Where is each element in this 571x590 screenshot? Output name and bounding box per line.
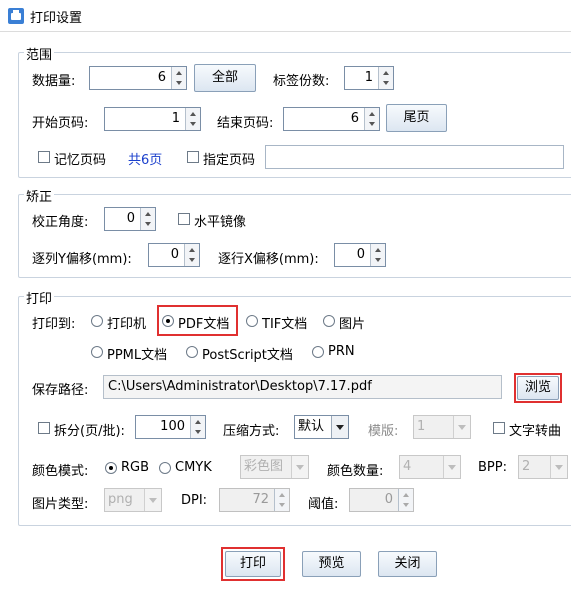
color-mode-rgb-label: RGB xyxy=(121,460,150,475)
compress-label: 压缩方式: xyxy=(223,424,280,439)
title-bar: 打印设置 xyxy=(0,0,571,32)
color-count-label: 颜色数量: xyxy=(327,464,384,479)
window-title: 打印设置 xyxy=(30,11,83,26)
radio-cmyk[interactable] xyxy=(159,462,171,474)
image-type-label: 图片类型: xyxy=(32,497,89,512)
radio-postscript[interactable] xyxy=(186,346,198,358)
end-page-label: 结束页码: xyxy=(217,116,274,131)
target-pdf-label: PDF文档 xyxy=(178,317,230,332)
dpi-spinner[interactable] xyxy=(274,489,289,511)
x-offset-input[interactable]: 0 xyxy=(334,243,386,267)
template-dropdown-icon[interactable] xyxy=(453,416,470,438)
dpi-label: DPI: xyxy=(181,493,208,508)
specify-page-input[interactable] xyxy=(265,145,564,169)
all-button[interactable]: 全部 xyxy=(194,64,256,92)
start-page-input[interactable]: 1 xyxy=(104,107,201,131)
print-legend: 打印 xyxy=(24,288,55,307)
print-to-label: 打印到: xyxy=(32,317,76,332)
specify-page-label: 指定页码 xyxy=(203,153,256,168)
correction-legend: 矫正 xyxy=(24,186,55,205)
radio-tif[interactable] xyxy=(246,315,258,327)
x-offset-label: 逐行X偏移(mm): xyxy=(218,252,319,267)
printer-icon xyxy=(8,8,24,24)
radio-pdf[interactable] xyxy=(162,315,174,327)
print-button[interactable]: 打印 xyxy=(225,551,281,577)
threshold-label: 阈值: xyxy=(308,497,339,512)
radio-rgb[interactable] xyxy=(105,462,117,474)
total-pages-text: 共6页 xyxy=(128,153,163,168)
target-postscript-label: PostScript文档 xyxy=(202,348,293,363)
end-page-spinner[interactable] xyxy=(364,108,379,130)
y-offset-label: 逐列Y偏移(mm): xyxy=(32,252,132,267)
target-ppml-label: PPML文档 xyxy=(107,348,168,363)
target-prn-label: PRN xyxy=(328,344,355,359)
specify-page-checkbox[interactable] xyxy=(187,151,199,163)
dpi-input[interactable]: 72 xyxy=(219,488,290,512)
bpp-select[interactable]: 2 xyxy=(518,455,568,479)
text-to-curve-label: 文字转曲 xyxy=(509,424,562,439)
close-button[interactable]: 关闭 xyxy=(378,551,437,577)
data-count-spinner[interactable] xyxy=(171,67,186,89)
start-page-spinner[interactable] xyxy=(185,108,200,130)
template-label: 模版: xyxy=(368,424,399,439)
bpp-label: BPP: xyxy=(478,460,507,475)
remember-page-label: 记忆页码 xyxy=(54,153,107,168)
target-tif-label: TIF文档 xyxy=(262,317,308,332)
radio-image[interactable] xyxy=(323,315,335,327)
threshold-spinner[interactable] xyxy=(398,489,413,511)
target-image-label: 图片 xyxy=(339,317,366,332)
template-select[interactable]: 1 xyxy=(413,415,471,439)
save-path-input[interactable]: C:\Users\Administrator\Desktop\7.17.pdf xyxy=(103,375,502,399)
y-offset-spinner[interactable] xyxy=(184,244,199,266)
split-label: 拆分(页/批): xyxy=(54,424,125,439)
color-image-dropdown-icon[interactable] xyxy=(291,456,308,478)
x-offset-spinner[interactable] xyxy=(370,244,385,266)
compress-dropdown-icon[interactable] xyxy=(331,416,348,438)
save-path-label: 保存路径: xyxy=(32,383,89,398)
data-count-label: 数据量: xyxy=(32,74,76,89)
angle-label: 校正角度: xyxy=(32,215,89,230)
label-copies-input[interactable]: 1 xyxy=(344,66,394,90)
remember-page-checkbox[interactable] xyxy=(38,151,50,163)
end-page-input[interactable]: 6 xyxy=(283,107,380,131)
split-input[interactable]: 100 xyxy=(135,415,206,439)
mirror-label: 水平镜像 xyxy=(194,215,247,230)
target-printer-label: 打印机 xyxy=(107,317,147,332)
image-type-dropdown-icon[interactable] xyxy=(144,489,161,511)
last-page-button[interactable]: 尾页 xyxy=(386,104,447,132)
range-legend: 范围 xyxy=(24,44,55,63)
data-count-input[interactable]: 6 xyxy=(89,66,187,90)
color-count-dropdown-icon[interactable] xyxy=(443,456,460,478)
radio-prn[interactable] xyxy=(312,346,324,358)
y-offset-input[interactable]: 0 xyxy=(148,243,200,267)
radio-ppml[interactable] xyxy=(91,346,103,358)
angle-spinner[interactable] xyxy=(140,208,155,230)
label-copies-label: 标签份数: xyxy=(273,74,330,89)
label-copies-spinner[interactable] xyxy=(378,67,393,89)
text-to-curve-checkbox[interactable] xyxy=(493,422,505,434)
split-checkbox[interactable] xyxy=(38,422,50,434)
image-type-select[interactable]: png xyxy=(104,488,162,512)
radio-printer[interactable] xyxy=(91,315,103,327)
mirror-checkbox[interactable] xyxy=(178,213,190,225)
color-image-select[interactable]: 彩色图 xyxy=(240,455,309,479)
bpp-dropdown-icon[interactable] xyxy=(550,456,567,478)
start-page-label: 开始页码: xyxy=(32,116,89,131)
browse-button[interactable]: 浏览 xyxy=(517,376,559,400)
preview-button[interactable]: 预览 xyxy=(302,551,361,577)
threshold-input[interactable]: 0 xyxy=(349,488,414,512)
compress-select[interactable]: 默认 xyxy=(294,415,349,439)
split-spinner[interactable] xyxy=(190,416,205,438)
color-mode-label: 颜色模式: xyxy=(32,464,89,479)
angle-input[interactable]: 0 xyxy=(104,207,156,231)
color-count-select[interactable]: 4 xyxy=(399,455,461,479)
color-mode-cmyk-label: CMYK xyxy=(175,460,212,475)
